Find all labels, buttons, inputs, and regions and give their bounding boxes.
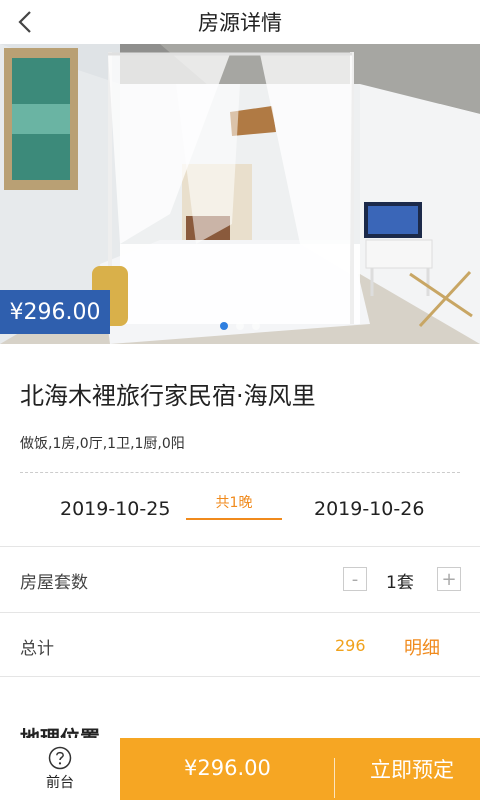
checkin-date[interactable]: 2019-10-25 bbox=[60, 498, 170, 520]
chevron-left-icon bbox=[18, 11, 31, 33]
checkout-date[interactable]: 2019-10-26 bbox=[314, 498, 424, 520]
divider bbox=[0, 612, 480, 613]
divider bbox=[0, 676, 480, 677]
room-photo-carousel[interactable]: ¥296.00 bbox=[0, 44, 480, 344]
dashed-divider bbox=[20, 472, 460, 473]
front-desk-label: 前台 bbox=[46, 775, 74, 791]
listing-name: 北海木裡旅行家民宿·海风里 bbox=[20, 382, 316, 410]
question-circle-icon bbox=[48, 746, 72, 770]
bar-divider bbox=[334, 758, 335, 798]
total-value: 296 bbox=[335, 636, 366, 655]
decrease-button[interactable]: - bbox=[343, 567, 367, 591]
total-price: ¥296.00 bbox=[184, 756, 271, 780]
payment-bar: ¥296.00 立即预定 bbox=[120, 738, 480, 800]
listing-tags: 做饭,1房,0厅,1卫,1厨,0阳 bbox=[20, 436, 185, 452]
back-button[interactable] bbox=[14, 8, 40, 36]
price-tag: ¥296.00 bbox=[0, 290, 110, 334]
nights-count: 共1晚 bbox=[215, 495, 253, 511]
total-label: 总计 bbox=[20, 639, 54, 659]
page-title: 房源详情 bbox=[198, 11, 282, 35]
carousel-indicator bbox=[220, 322, 260, 330]
book-now-button[interactable]: 立即预定 bbox=[344, 738, 480, 800]
price-detail-link[interactable]: 明细 bbox=[404, 634, 440, 660]
nights-underline bbox=[186, 518, 282, 520]
front-desk-button[interactable]: 前台 bbox=[0, 738, 120, 800]
room-count-value: 1套 bbox=[386, 573, 414, 593]
carousel-dot[interactable] bbox=[236, 322, 244, 330]
header-bar: 房源详情 bbox=[0, 0, 480, 44]
divider bbox=[0, 546, 480, 547]
carousel-dot[interactable] bbox=[220, 322, 228, 330]
carousel-dot[interactable] bbox=[252, 322, 260, 330]
increase-button[interactable]: + bbox=[437, 567, 461, 591]
room-count-label: 房屋套数 bbox=[20, 573, 88, 593]
bottom-action-bar: 前台 ¥296.00 立即预定 bbox=[0, 738, 480, 800]
